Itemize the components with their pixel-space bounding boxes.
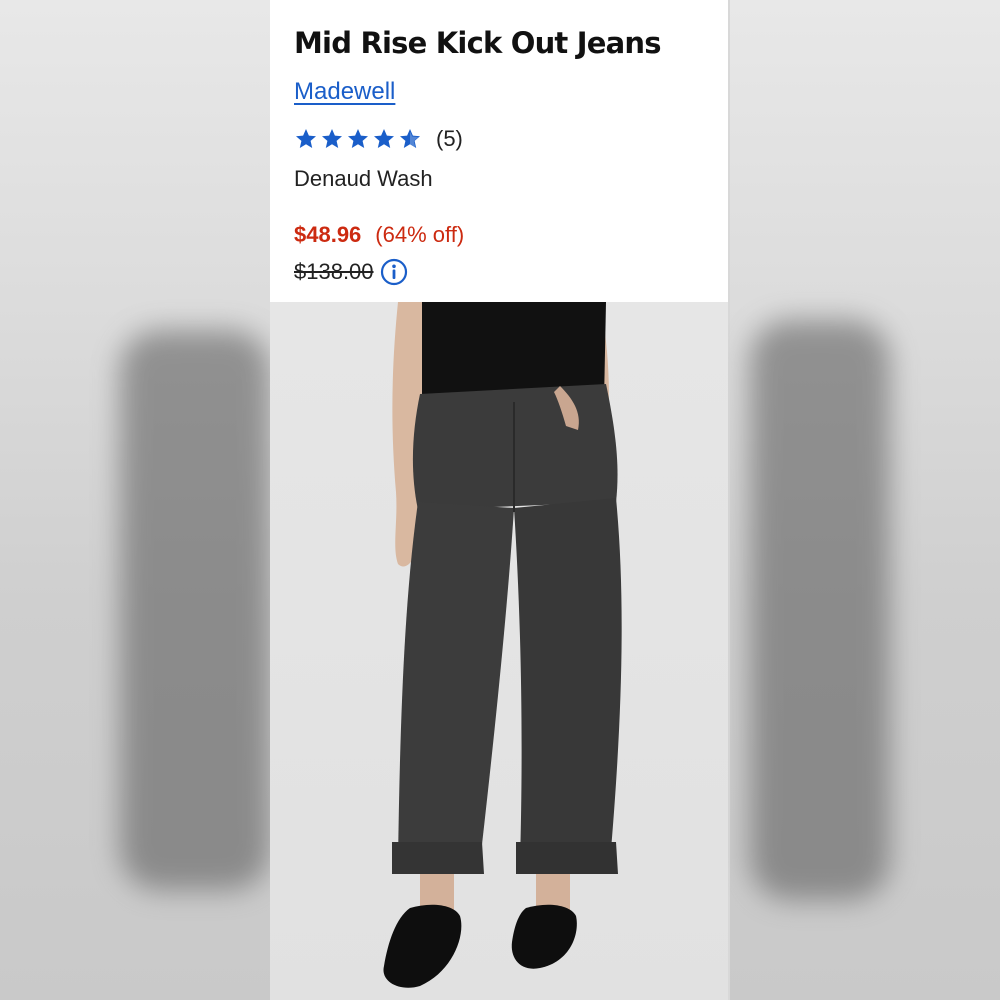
star-rating <box>294 127 422 151</box>
background-blur-right <box>730 0 1000 1000</box>
product-info: Mid Rise Kick Out Jeans Madewell (5) Den… <box>294 18 712 286</box>
color-name: Denaud Wash <box>294 166 433 191</box>
star-icon <box>296 129 316 148</box>
product-image[interactable] <box>270 302 728 1000</box>
original-price: $138.00 <box>294 259 374 284</box>
original-price-row: $138.00 <box>294 258 712 286</box>
review-count: (5) <box>436 126 463 151</box>
sale-price: $48.96 <box>294 222 362 247</box>
discount-badge: (64% off) <box>375 222 465 247</box>
star-icon <box>322 129 342 148</box>
product-title: Mid Rise Kick Out Jeans <box>294 26 662 60</box>
star-icon <box>374 129 394 148</box>
rating-row[interactable]: (5) <box>294 126 712 152</box>
info-icon[interactable] <box>380 258 408 286</box>
jeans-photo <box>383 302 622 988</box>
price-row: $48.96 (64% off) <box>294 222 712 248</box>
star-icon <box>400 129 420 148</box>
brand-link[interactable]: Madewell <box>294 78 395 106</box>
product-card: Mid Rise Kick Out Jeans Madewell (5) Den… <box>270 0 728 1000</box>
background-blur-left <box>0 0 270 1000</box>
star-icon <box>348 129 368 148</box>
